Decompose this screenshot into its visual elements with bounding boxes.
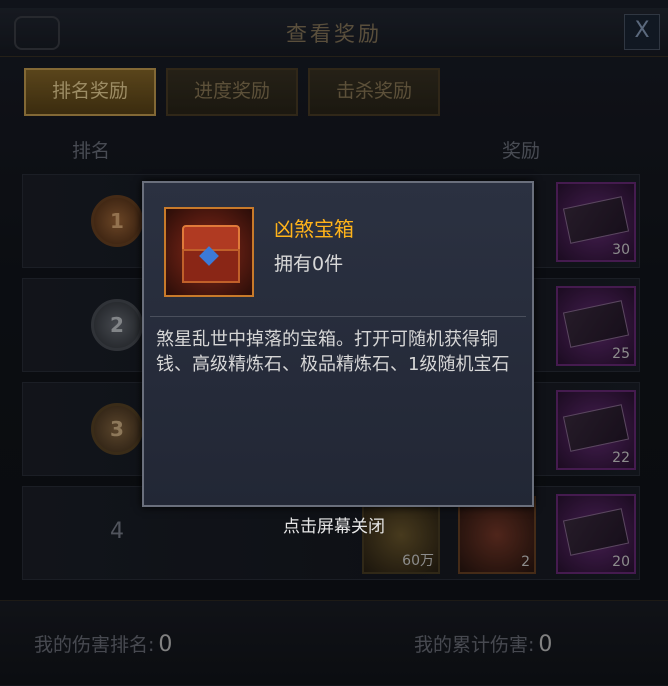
item-name: 凶煞宝箱	[274, 217, 354, 241]
divider	[150, 316, 526, 317]
treasure-chest-icon	[164, 207, 254, 297]
tap-to-close-hint[interactable]: 点击屏幕关闭	[0, 512, 668, 537]
item-tooltip: 凶煞宝箱 拥有0件 煞星乱世中掉落的宝箱。打开可随机获得铜钱、高级精炼石、极品精…	[142, 181, 534, 507]
item-owned-count: 拥有0件	[274, 253, 344, 275]
item-description: 煞星乱世中掉落的宝箱。打开可随机获得铜钱、高级精炼石、极品精炼石、1级随机宝石	[156, 329, 510, 375]
